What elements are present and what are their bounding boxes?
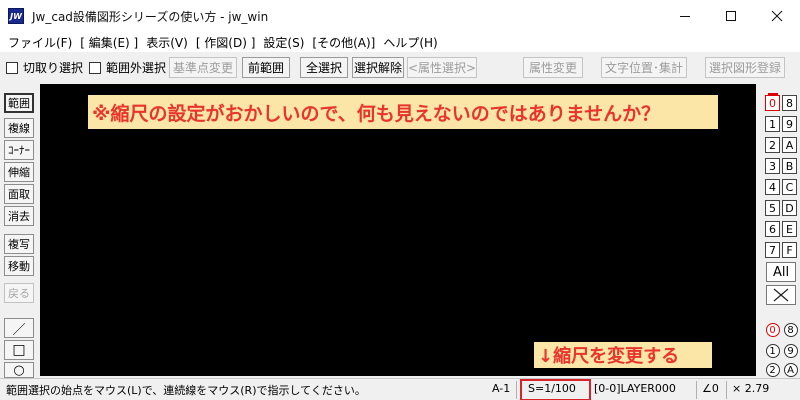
text-position-button[interactable]: 文字位置･集計 — [601, 57, 687, 78]
copy-tool-button[interactable]: 複写 — [4, 234, 34, 254]
layer-field[interactable]: [0-0]LAYER000 — [594, 382, 676, 395]
selection-toolbar: 切取り選択 範囲外選択 基準点変更 前範囲 全選択 選択解除 <属性選択> 属性… — [0, 55, 800, 80]
layer-8-button[interactable]: 8 — [783, 322, 798, 338]
maximize-icon — [726, 11, 736, 21]
checkbox-box — [89, 61, 102, 74]
menu-settings[interactable]: 設定(S) — [259, 34, 308, 51]
outside-select-checkbox[interactable]: 範囲外選択 — [89, 59, 166, 76]
line-tool-button[interactable]: ／ — [4, 318, 34, 338]
angle-field[interactable]: ∠0 — [702, 382, 719, 395]
outside-select-label: 範囲外選択 — [106, 61, 167, 75]
close-button[interactable] — [754, 0, 800, 32]
status-bar: 範囲選択の始点をマウス(L)で、連続線をマウス(R)で指示してください。 A-1… — [0, 378, 800, 400]
attribute-select-button[interactable]: <属性選択> — [407, 57, 477, 78]
layer-9-label: 9 — [783, 344, 798, 358]
menu-bar: ファイル(F) [ 編集(E) ] 表示(V) [ 作図(D) ] 設定(S) … — [0, 32, 800, 52]
chamfer-tool-button[interactable]: 面取 — [4, 184, 34, 204]
scale-warning-annotation: ※縮尺の設定がおかしいので、何も見えないのではありませんか？ — [88, 95, 718, 129]
menu-edit[interactable]: [ 編集(E) ] — [76, 34, 142, 51]
layer-a-label: A — [783, 363, 798, 377]
app-icon: JW — [8, 8, 24, 24]
window-controls — [662, 0, 800, 32]
layer-a-button[interactable]: A — [783, 362, 798, 378]
corner-tool-button[interactable]: ｺｰﾅｰ — [4, 140, 34, 160]
title-bar: JW Jw_cad設備図形シリーズの使い方 - jw_win — [0, 0, 800, 32]
range-tool-button[interactable]: 範囲 — [4, 93, 34, 113]
erase-tool-button[interactable]: 消去 — [4, 206, 34, 226]
layer-group-0-button[interactable]: 0 — [765, 93, 780, 111]
layer-group-f-button[interactable]: F — [782, 242, 797, 258]
layer-group-b-button[interactable]: B — [782, 158, 797, 174]
layer-8-label: 8 — [783, 323, 798, 337]
layer-group-6-button[interactable]: 6 — [765, 221, 780, 237]
scale-highlight-box — [520, 379, 591, 400]
all-layers-button[interactable]: All — [766, 262, 796, 282]
deselect-button[interactable]: 選択解除 — [352, 57, 404, 78]
layer-1-label: 1 — [765, 344, 780, 358]
layer-group-d-button[interactable]: D — [782, 200, 797, 216]
select-all-button[interactable]: 全選択 — [300, 57, 348, 78]
base-point-button[interactable]: 基準点変更 — [169, 57, 237, 78]
layer-1-button[interactable]: 1 — [765, 343, 780, 359]
cross-icon — [773, 288, 789, 302]
menu-file[interactable]: ファイル(F) — [4, 34, 76, 51]
layer-0-button[interactable]: 0 — [765, 322, 780, 338]
layer-group-2-button[interactable]: 2 — [765, 137, 780, 153]
paper-size-field[interactable]: A-1 — [492, 382, 510, 395]
layer-9-button[interactable]: 9 — [783, 343, 798, 359]
status-divider — [516, 381, 517, 399]
checkbox-box — [6, 61, 18, 74]
window-title: Jw_cad設備図形シリーズの使い方 - jw_win — [32, 9, 269, 24]
change-scale-annotation: ↓縮尺を変更する — [534, 342, 712, 368]
status-divider — [726, 381, 727, 399]
menu-other[interactable]: [その他(A)] — [308, 34, 379, 51]
cut-select-checkbox[interactable]: 切取り選択 — [6, 59, 83, 76]
circle-tool-button[interactable]: ○ — [4, 362, 34, 378]
minimize-icon — [680, 16, 690, 17]
move-tool-button[interactable]: 移動 — [4, 256, 34, 276]
layer-2-label: 2 — [765, 363, 780, 377]
layer-group-e-button[interactable]: E — [782, 221, 797, 237]
layer-group-7-button[interactable]: 7 — [765, 242, 780, 258]
menu-view[interactable]: 表示(V) — [142, 34, 192, 51]
layer-group-5-button[interactable]: 5 — [765, 200, 780, 216]
layer-group-1-button[interactable]: 1 — [765, 116, 780, 132]
multiplier-field[interactable]: × 2.79 — [732, 382, 769, 395]
cut-select-label: 切取り選択 — [23, 61, 84, 75]
status-divider — [696, 381, 697, 399]
layer-group-c-button[interactable]: C — [782, 179, 797, 195]
prev-range-button[interactable]: 前範囲 — [242, 57, 290, 78]
minimize-button[interactable] — [662, 0, 708, 32]
close-icon — [771, 10, 783, 22]
attribute-change-button[interactable]: 属性変更 — [523, 57, 583, 78]
layer-group-9-button[interactable]: 9 — [782, 116, 797, 132]
rectangle-tool-button[interactable]: □ — [4, 340, 34, 360]
menu-help[interactable]: ヘルプ(H) — [379, 34, 441, 51]
status-message: 範囲選択の始点をマウス(L)で、連続線をマウス(R)で指示してください。 — [6, 384, 366, 397]
layer-0-label: 0 — [765, 323, 780, 337]
layer-group-3-button[interactable]: 3 — [765, 158, 780, 174]
menu-draw[interactable]: [ 作図(D) ] — [192, 34, 260, 51]
layer-group-a-button[interactable]: A — [782, 137, 797, 153]
layer-cross-button[interactable] — [766, 285, 796, 305]
back-tool-button[interactable]: 戻る — [4, 283, 34, 303]
layer-group-8-button[interactable]: 8 — [782, 95, 797, 111]
maximize-button[interactable] — [708, 0, 754, 32]
copy-line-tool-button[interactable]: 複線 — [4, 118, 34, 138]
stretch-tool-button[interactable]: 伸縮 — [4, 162, 34, 182]
layer-group-4-button[interactable]: 4 — [765, 179, 780, 195]
register-figure-button[interactable]: 選択図形登録 — [705, 57, 785, 78]
layer-2-button[interactable]: 2 — [765, 362, 780, 378]
